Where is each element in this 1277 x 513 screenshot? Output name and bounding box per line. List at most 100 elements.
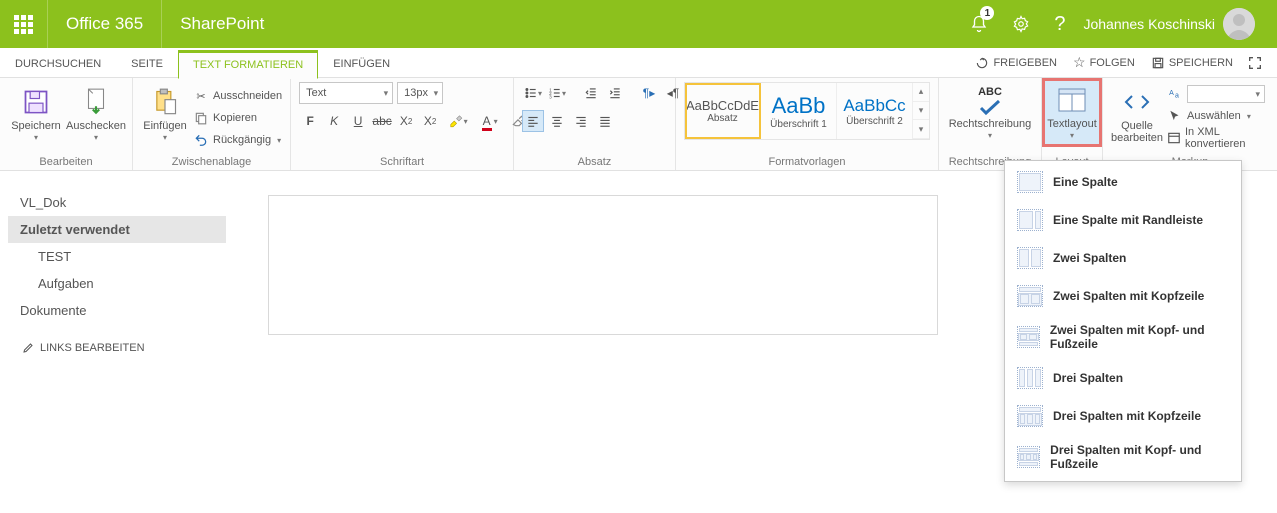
ribbon-tabs: DURCHSUCHEN SEITE TEXT FORMATIEREN EINFÜ… <box>0 48 405 78</box>
layout-two-columns-header[interactable]: Zwei Spalten mit Kopfzeile <box>1007 277 1239 315</box>
outdent-button[interactable] <box>580 82 602 104</box>
nav-dokumente[interactable]: Dokumente <box>8 297 240 324</box>
tab-format-text[interactable]: TEXT FORMATIEREN <box>178 50 318 79</box>
checkout-icon <box>83 87 109 117</box>
layout-one-column-sidebar[interactable]: Eine Spalte mit Randleiste <box>1007 201 1239 239</box>
ribbon-group-paragraph-label: Absatz <box>522 154 667 168</box>
help-button[interactable]: ? <box>1042 0 1077 48</box>
nav-test[interactable]: TEST <box>8 243 240 270</box>
quick-launch: VL_Dok Zuletzt verwendet TEST Aufgaben D… <box>0 171 240 359</box>
select-button[interactable]: Auswählen▾ <box>1167 106 1269 126</box>
ribbon-checkout-label: Auschecken <box>66 120 126 132</box>
style-heading2-label: Überschrift 2 <box>846 116 903 127</box>
styles-gallery[interactable]: AaBbCcDdE Absatz AaBb Überschrift 1 AaBb… <box>684 82 930 140</box>
star-icon: ☆ <box>1073 54 1086 71</box>
align-justify-button[interactable] <box>594 110 616 132</box>
numbering-button[interactable]: 123▾ <box>546 82 568 104</box>
font-size-select[interactable]: 13px▾ <box>397 82 443 104</box>
spelling-label: Rechtschreibung <box>949 118 1032 130</box>
copy-button[interactable]: Kopieren <box>193 108 282 128</box>
scissors-icon: ✂ <box>193 88 209 104</box>
indent-button[interactable] <box>604 82 626 104</box>
help-icon: ? <box>1054 13 1065 36</box>
style-heading1[interactable]: AaBb Überschrift 1 <box>761 83 837 139</box>
layout-three-columns-header-footer[interactable]: Drei Spalten mit Kopf- und Fußzeile <box>1007 435 1239 479</box>
edit-links-button[interactable]: LINKS BEARBEITEN <box>8 342 240 354</box>
paste-button[interactable]: Einfügen ▾ <box>141 82 189 143</box>
nav-aufgaben[interactable]: Aufgaben <box>8 270 240 297</box>
focus-content-button[interactable] <box>1241 55 1269 71</box>
align-right-button[interactable] <box>570 110 592 132</box>
ltr-button[interactable]: ¶▸ <box>638 82 660 104</box>
convert-xml-button[interactable]: In XML konvertieren <box>1167 128 1269 148</box>
style-paragraph[interactable]: AaBbCcDdE Absatz <box>685 83 761 139</box>
settings-button[interactable] <box>1000 0 1042 48</box>
layout-three-columns-header[interactable]: Drei Spalten mit Kopfzeile <box>1007 397 1239 435</box>
undo-icon <box>193 132 209 148</box>
styles-scroll[interactable]: ▴▾▾ <box>913 83 929 139</box>
layout-two-columns-header-footer[interactable]: Zwei Spalten mit Kopf- und Fußzeile <box>1007 315 1239 359</box>
ribbon-checkout-button[interactable]: Auschecken ▾ <box>68 82 124 143</box>
nav-recent-header[interactable]: Zuletzt verwendet <box>8 216 226 243</box>
layout-three-columns[interactable]: Drei Spalten <box>1007 359 1239 397</box>
gear-icon <box>1012 15 1030 33</box>
language-select[interactable]: ▾ <box>1187 85 1265 103</box>
italic-button[interactable]: K <box>323 110 345 132</box>
notifications-button[interactable]: 1 <box>958 0 1000 48</box>
underline-button[interactable]: U <box>347 110 369 132</box>
layout-icon <box>1058 88 1086 112</box>
layout-one-column[interactable]: Eine Spalte <box>1007 163 1239 201</box>
font-color-button[interactable]: A▾ <box>475 110 505 132</box>
rich-text-editor[interactable] <box>268 195 938 335</box>
tab-browse[interactable]: DURCHSUCHEN <box>0 49 116 78</box>
save-icon <box>1151 56 1165 70</box>
svg-text:a: a <box>1175 93 1179 100</box>
follow-button[interactable]: ☆ FOLGEN <box>1065 54 1143 71</box>
user-menu[interactable]: Johannes Koschinski <box>1077 0 1277 48</box>
edit-source-button[interactable]: Quelle bearbeiten <box>1111 82 1163 144</box>
ribbon-group-font: Text▾ 13px▾ F K U abc X2 X2 ▾ A▾ Schrift… <box>291 78 514 170</box>
strikethrough-button[interactable]: abc <box>371 110 393 132</box>
ribbon-group-layout: Textlayout ▾ Layout <box>1042 78 1103 170</box>
ribbon-group-clipboard-label: Zwischenablage <box>141 154 282 168</box>
save-button[interactable]: SPEICHERN <box>1143 56 1241 70</box>
language-button[interactable]: Aa ▾ <box>1167 84 1269 104</box>
bold-button[interactable]: F <box>299 110 321 132</box>
share-label: FREIGEBEN <box>993 57 1057 69</box>
textlayout-label: Textlayout <box>1047 118 1097 130</box>
spelling-button[interactable]: ABC Rechtschreibung ▾ <box>947 82 1033 141</box>
ribbon-group-font-label: Schriftart <box>299 154 505 168</box>
subscript-button[interactable]: X2 <box>395 110 417 132</box>
app-launcher[interactable] <box>0 0 48 48</box>
align-left-icon <box>526 114 540 128</box>
pencil-icon <box>22 342 34 354</box>
share-button[interactable]: FREIGEBEN <box>967 56 1065 70</box>
paste-icon <box>151 88 179 116</box>
ribbon-group-edit-label: Bearbeiten <box>8 154 124 168</box>
language-icon: Aa <box>1167 86 1183 102</box>
align-center-button[interactable] <box>546 110 568 132</box>
tab-insert[interactable]: EINFÜGEN <box>318 49 405 78</box>
highlight-color-button[interactable]: ▾ <box>443 110 473 132</box>
font-name-select[interactable]: Text▾ <box>299 82 393 104</box>
tab-page[interactable]: SEITE <box>116 49 178 78</box>
layout-two-columns[interactable]: Zwei Spalten <box>1007 239 1239 277</box>
bullets-button[interactable]: ▾ <box>522 82 544 104</box>
product-name[interactable]: Office 365 <box>48 0 162 48</box>
xml-icon <box>1167 130 1181 146</box>
align-left-button[interactable] <box>522 110 544 132</box>
undo-button[interactable]: Rückgängig▾ <box>193 130 282 150</box>
textlayout-button[interactable]: Textlayout ▾ <box>1044 80 1100 145</box>
ribbon-save-button[interactable]: Speichern ▾ <box>8 82 64 143</box>
check-icon <box>978 100 1002 116</box>
save-large-icon <box>22 88 50 116</box>
cut-button[interactable]: ✂Ausschneiden <box>193 86 282 106</box>
site-name[interactable]: SharePoint <box>162 14 282 34</box>
copy-icon <box>193 110 209 126</box>
suite-bar: Office 365 SharePoint 1 ? Johannes Kosch… <box>0 0 1277 48</box>
style-heading2[interactable]: AaBbCc Überschrift 2 <box>837 83 913 139</box>
edit-source-label: Quelle bearbeiten <box>1111 120 1163 144</box>
cursor-icon <box>1167 108 1183 124</box>
nav-vldok[interactable]: VL_Dok <box>8 189 240 216</box>
superscript-button[interactable]: X2 <box>419 110 441 132</box>
